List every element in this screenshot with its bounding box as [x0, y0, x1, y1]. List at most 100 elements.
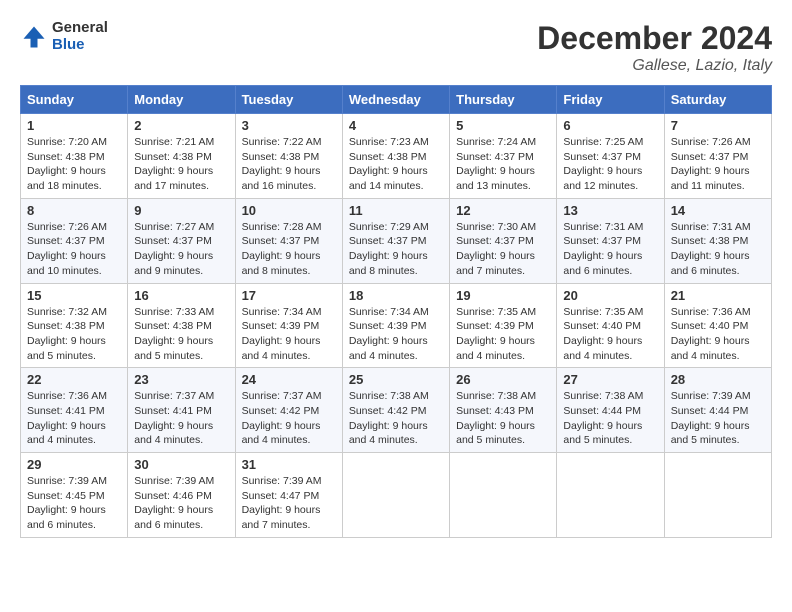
day-number: 25 — [349, 372, 443, 387]
logo: General Blue — [20, 20, 108, 53]
day-number: 12 — [456, 203, 550, 218]
day-number: 23 — [134, 372, 228, 387]
day-info: Sunrise: 7:31 AMSunset: 4:37 PMDaylight:… — [563, 220, 657, 279]
day-info: Sunrise: 7:36 AMSunset: 4:40 PMDaylight:… — [671, 305, 765, 364]
day-number: 31 — [242, 457, 336, 472]
day-info: Sunrise: 7:30 AMSunset: 4:37 PMDaylight:… — [456, 220, 550, 279]
calendar-cell: 26 Sunrise: 7:38 AMSunset: 4:43 PMDayligh… — [450, 368, 557, 453]
day-info: Sunrise: 7:35 AMSunset: 4:39 PMDaylight:… — [456, 305, 550, 364]
day-info: Sunrise: 7:23 AMSunset: 4:38 PMDaylight:… — [349, 135, 443, 194]
day-info: Sunrise: 7:22 AMSunset: 4:38 PMDaylight:… — [242, 135, 336, 194]
calendar-cell: 20 Sunrise: 7:35 AMSunset: 4:40 PMDayligh… — [557, 283, 664, 368]
day-info: Sunrise: 7:38 AMSunset: 4:43 PMDaylight:… — [456, 389, 550, 448]
calendar-cell: 25Sunrise: 7:38 AMSunset: 4:42 PMDayligh… — [342, 368, 449, 453]
month-title: December 2024 — [537, 20, 772, 57]
calendar-cell: 15Sunrise: 7:32 AMSunset: 4:38 PMDayligh… — [21, 283, 128, 368]
day-info: Sunrise: 7:24 AMSunset: 4:37 PMDaylight:… — [456, 135, 550, 194]
day-info: Sunrise: 7:27 AMSunset: 4:37 PMDaylight:… — [134, 220, 228, 279]
weekday-header-cell: Thursday — [450, 86, 557, 114]
day-number: 18 — [349, 288, 443, 303]
day-number: 19 — [456, 288, 550, 303]
day-info: Sunrise: 7:39 AMSunset: 4:47 PMDaylight:… — [242, 474, 336, 533]
logo-text-line1: General — [52, 20, 108, 37]
day-number: 13 — [563, 203, 657, 218]
calendar-cell: 18 Sunrise: 7:34 AMSunset: 4:39 PMDayligh… — [342, 283, 449, 368]
day-info: Sunrise: 7:35 AMSunset: 4:40 PMDaylight:… — [563, 305, 657, 364]
day-number: 3 — [242, 118, 336, 133]
logo-text-line2: Blue — [52, 37, 108, 54]
calendar-cell: 21 Sunrise: 7:36 AMSunset: 4:40 PMDayligh… — [664, 283, 771, 368]
calendar-week-row: 22Sunrise: 7:36 AMSunset: 4:41 PMDayligh… — [21, 368, 772, 453]
day-number: 22 — [27, 372, 121, 387]
day-info: Sunrise: 7:34 AMSunset: 4:39 PMDaylight:… — [349, 305, 443, 364]
calendar-cell: 14 Sunrise: 7:31 AMSunset: 4:38 PMDayligh… — [664, 198, 771, 283]
day-number: 10 — [242, 203, 336, 218]
day-number: 5 — [456, 118, 550, 133]
calendar-body: 1Sunrise: 7:20 AMSunset: 4:38 PMDaylight… — [21, 114, 772, 538]
calendar-cell — [450, 453, 557, 538]
day-number: 24 — [242, 372, 336, 387]
calendar-week-row: 8 Sunrise: 7:26 AMSunset: 4:37 PMDaylight… — [21, 198, 772, 283]
calendar-cell: 31 Sunrise: 7:39 AMSunset: 4:47 PMDayligh… — [235, 453, 342, 538]
calendar-cell: 29Sunrise: 7:39 AMSunset: 4:45 PMDayligh… — [21, 453, 128, 538]
day-number: 17 — [242, 288, 336, 303]
day-info: Sunrise: 7:21 AMSunset: 4:38 PMDaylight:… — [134, 135, 228, 194]
calendar-cell: 2Sunrise: 7:21 AMSunset: 4:38 PMDaylight… — [128, 114, 235, 199]
calendar-table: SundayMondayTuesdayWednesdayThursdayFrid… — [20, 85, 772, 538]
calendar-cell: 12 Sunrise: 7:30 AMSunset: 4:37 PMDayligh… — [450, 198, 557, 283]
calendar-cell: 16 Sunrise: 7:33 AMSunset: 4:38 PMDayligh… — [128, 283, 235, 368]
calendar-cell: 4 Sunrise: 7:23 AMSunset: 4:38 PMDaylight… — [342, 114, 449, 199]
calendar-cell: 30 Sunrise: 7:39 AMSunset: 4:46 PMDayligh… — [128, 453, 235, 538]
calendar-cell: 10 Sunrise: 7:28 AMSunset: 4:37 PMDayligh… — [235, 198, 342, 283]
day-number: 7 — [671, 118, 765, 133]
calendar-cell — [664, 453, 771, 538]
day-info: Sunrise: 7:32 AMSunset: 4:38 PMDaylight:… — [27, 305, 121, 364]
day-number: 20 — [563, 288, 657, 303]
weekday-header-cell: Tuesday — [235, 86, 342, 114]
calendar-cell: 3 Sunrise: 7:22 AMSunset: 4:38 PMDaylight… — [235, 114, 342, 199]
weekday-header-cell: Friday — [557, 86, 664, 114]
day-info: Sunrise: 7:28 AMSunset: 4:37 PMDaylight:… — [242, 220, 336, 279]
weekday-header-cell: Monday — [128, 86, 235, 114]
calendar-cell: 19 Sunrise: 7:35 AMSunset: 4:39 PMDayligh… — [450, 283, 557, 368]
calendar-cell: 23 Sunrise: 7:37 AMSunset: 4:41 PMDayligh… — [128, 368, 235, 453]
day-info: Sunrise: 7:39 AMSunset: 4:46 PMDaylight:… — [134, 474, 228, 533]
day-number: 4 — [349, 118, 443, 133]
day-number: 21 — [671, 288, 765, 303]
day-number: 28 — [671, 372, 765, 387]
calendar-cell: 22Sunrise: 7:36 AMSunset: 4:41 PMDayligh… — [21, 368, 128, 453]
calendar-cell: 11 Sunrise: 7:29 AMSunset: 4:37 PMDayligh… — [342, 198, 449, 283]
day-info: Sunrise: 7:38 AMSunset: 4:44 PMDaylight:… — [563, 389, 657, 448]
day-number: 14 — [671, 203, 765, 218]
calendar-cell: 6 Sunrise: 7:25 AMSunset: 4:37 PMDaylight… — [557, 114, 664, 199]
day-info: Sunrise: 7:31 AMSunset: 4:38 PMDaylight:… — [671, 220, 765, 279]
weekday-header-cell: Sunday — [21, 86, 128, 114]
day-number: 30 — [134, 457, 228, 472]
day-info: Sunrise: 7:37 AMSunset: 4:41 PMDaylight:… — [134, 389, 228, 448]
day-number: 11 — [349, 203, 443, 218]
day-info: Sunrise: 7:20 AMSunset: 4:38 PMDaylight:… — [27, 135, 121, 194]
day-number: 27 — [563, 372, 657, 387]
calendar-cell: 5 Sunrise: 7:24 AMSunset: 4:37 PMDaylight… — [450, 114, 557, 199]
calendar-cell: 27 Sunrise: 7:38 AMSunset: 4:44 PMDayligh… — [557, 368, 664, 453]
day-info: Sunrise: 7:37 AMSunset: 4:42 PMDaylight:… — [242, 389, 336, 448]
weekday-header-cell: Saturday — [664, 86, 771, 114]
calendar-cell: 28 Sunrise: 7:39 AMSunset: 4:44 PMDayligh… — [664, 368, 771, 453]
weekday-header-row: SundayMondayTuesdayWednesdayThursdayFrid… — [21, 86, 772, 114]
day-info: Sunrise: 7:29 AMSunset: 4:37 PMDaylight:… — [349, 220, 443, 279]
day-number: 16 — [134, 288, 228, 303]
day-info: Sunrise: 7:34 AMSunset: 4:39 PMDaylight:… — [242, 305, 336, 364]
day-info: Sunrise: 7:39 AMSunset: 4:45 PMDaylight:… — [27, 474, 121, 533]
day-info: Sunrise: 7:39 AMSunset: 4:44 PMDaylight:… — [671, 389, 765, 448]
title-area: December 2024 Gallese, Lazio, Italy — [537, 20, 772, 75]
calendar-cell: 24 Sunrise: 7:37 AMSunset: 4:42 PMDayligh… — [235, 368, 342, 453]
day-number: 8 — [27, 203, 121, 218]
day-info: Sunrise: 7:26 AMSunset: 4:37 PMDaylight:… — [27, 220, 121, 279]
weekday-header-cell: Wednesday — [342, 86, 449, 114]
day-info: Sunrise: 7:33 AMSunset: 4:38 PMDaylight:… — [134, 305, 228, 364]
day-number: 26 — [456, 372, 550, 387]
logo-icon — [20, 23, 48, 51]
day-info: Sunrise: 7:25 AMSunset: 4:37 PMDaylight:… — [563, 135, 657, 194]
page-header: General Blue December 2024 Gallese, Lazi… — [20, 20, 772, 75]
day-number: 6 — [563, 118, 657, 133]
